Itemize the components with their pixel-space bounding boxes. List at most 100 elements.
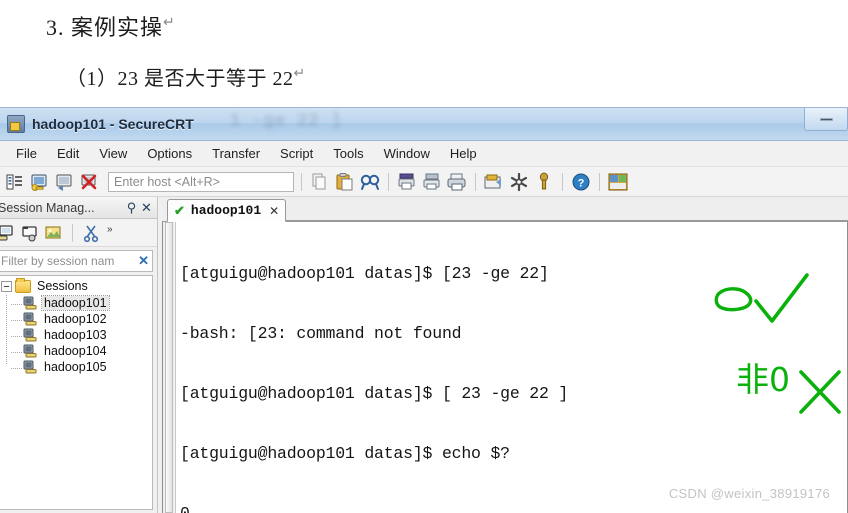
toolbar-separator-4: [562, 172, 563, 191]
session-filter-placeholder: Filter by session nam: [1, 254, 115, 268]
sidebar-separator: [72, 223, 73, 242]
menu-item-edit[interactable]: Edit: [47, 143, 89, 164]
terminal-line: [atguigu@hadoop101 datas]$ [ 23 -ge 22 ]: [180, 384, 569, 403]
watermark: CSDN @weixin_38919176: [668, 486, 830, 501]
menu-item-transfer[interactable]: Transfer: [202, 143, 270, 164]
tree-root-sessions[interactable]: Sessions: [0, 276, 152, 295]
find-icon[interactable]: [359, 171, 381, 193]
terminal-output: [atguigu@hadoop101 datas]$ [23 -ge 22] -…: [176, 222, 847, 513]
print-screen-icon[interactable]: [421, 171, 443, 193]
window-body: Session Manag... ⚲ ✕ » Filter by session…: [0, 197, 848, 513]
terminal-area: ✔ hadoop101 ✕ [atguigu@hadoop101 datas]$…: [158, 197, 848, 513]
minimize-button[interactable]: [804, 108, 848, 131]
arrange-icon[interactable]: [607, 171, 629, 193]
window-titlebar[interactable]: hadoop101 - SecureCRT 1 -ge 22 ]: [0, 108, 848, 141]
menu-item-help[interactable]: Help: [440, 143, 487, 164]
pilcrow-icon-2: ↵: [293, 66, 306, 82]
securecrt-window: hadoop101 - SecureCRT 1 -ge 22 ] File Ed…: [0, 107, 848, 513]
collapse-toggle-icon[interactable]: [1, 280, 12, 292]
sidebar-item-hadoop102[interactable]: hadoop102: [11, 311, 152, 327]
menubar: File Edit View Options Transfer Script T…: [0, 141, 848, 167]
terminal-icon: [7, 115, 25, 133]
sidebar-item-hadoop101[interactable]: hadoop101: [11, 295, 152, 311]
close-icon[interactable]: ✕: [139, 200, 154, 216]
host-input-placeholder: Enter host <Alt+R>: [114, 174, 220, 189]
session-icon: [23, 328, 38, 342]
quick-connect-icon[interactable]: [54, 171, 76, 193]
sidebar-item-label: hadoop101: [41, 295, 110, 311]
session-tree: Sessions hadoop101 hadoop102 hadoop103 h…: [0, 275, 153, 510]
disconnect-icon[interactable]: [79, 171, 101, 193]
menu-item-options[interactable]: Options: [137, 143, 202, 164]
key-icon[interactable]: [533, 171, 555, 193]
session-manager-title: Session Manag...: [0, 200, 95, 215]
session-icon: [23, 312, 38, 326]
title-ghost-text: 1 -ge 22 ]: [230, 112, 343, 131]
session-icon: [23, 296, 38, 310]
more-icon[interactable]: »: [105, 223, 125, 243]
sidebar-item-hadoop104[interactable]: hadoop104: [11, 343, 152, 359]
tab-strip: ✔ hadoop101 ✕: [162, 197, 848, 222]
tab-hadoop101[interactable]: ✔ hadoop101 ✕: [167, 199, 287, 222]
paste-icon[interactable]: [334, 171, 356, 193]
document-heading-text: 3. 案例实操: [46, 15, 164, 40]
minimize-icon: [819, 117, 833, 121]
tab-strip-filler: [286, 201, 848, 221]
menu-item-view[interactable]: View: [89, 143, 137, 164]
menu-item-file[interactable]: File: [6, 143, 47, 164]
help-icon[interactable]: ?: [570, 171, 592, 193]
folder-icon: [15, 277, 31, 293]
connect-icon[interactable]: [29, 171, 51, 193]
menu-item-script[interactable]: Script: [270, 143, 323, 164]
sidebar-item-hadoop103[interactable]: hadoop103: [11, 327, 152, 343]
new-folder-icon[interactable]: [20, 223, 40, 243]
session-filter-input[interactable]: Filter by session nam ✕: [0, 250, 153, 272]
green-check-icon: ✔: [174, 203, 185, 218]
menu-item-window[interactable]: Window: [374, 143, 440, 164]
log-session-icon[interactable]: [483, 171, 505, 193]
sidebar-item-hadoop105[interactable]: hadoop105: [11, 359, 152, 375]
print-icon[interactable]: [396, 171, 418, 193]
menu-item-tools[interactable]: Tools: [323, 143, 373, 164]
clear-filter-icon[interactable]: ✕: [135, 253, 152, 269]
session-manager-panel: Session Manag... ⚲ ✕ » Filter by session…: [0, 197, 158, 513]
printer-icon[interactable]: [446, 171, 468, 193]
tab-label: hadoop101: [190, 203, 262, 218]
terminal-line: -bash: [23: command not found: [180, 324, 462, 343]
terminal-line: [atguigu@hadoop101 datas]$ echo $?: [180, 444, 510, 463]
host-input[interactable]: Enter host <Alt+R>: [108, 171, 294, 192]
session-manager-header: Session Manag... ⚲ ✕: [0, 197, 157, 219]
document-subheading: （1）23 是否大于等于 22↵: [66, 62, 306, 91]
window-controls: [804, 108, 848, 133]
pilcrow-icon: ↵: [163, 15, 176, 31]
tab-close-icon[interactable]: ✕: [267, 204, 279, 218]
toolbar-separator-5: [599, 172, 600, 191]
new-session-icon[interactable]: [0, 223, 16, 243]
toolbar-separator-2: [388, 172, 389, 191]
main-toolbar: Enter host <Alt+R> ?: [0, 167, 848, 197]
session-icon: [23, 360, 38, 374]
terminal-line: 0: [180, 504, 847, 513]
tree-root-label: Sessions: [37, 279, 88, 293]
session-manager-icon[interactable]: [4, 171, 26, 193]
sidebar-item-label: hadoop103: [44, 328, 107, 342]
toolbar-separator-3: [475, 172, 476, 191]
tree-children: hadoop101 hadoop102 hadoop103 hadoop104 …: [0, 295, 152, 375]
pin-icon[interactable]: ⚲: [124, 200, 139, 216]
terminal-screen[interactable]: [atguigu@hadoop101 datas]$ [23 -ge 22] -…: [162, 222, 848, 513]
document-heading: 3. 案例实操↵: [46, 10, 176, 42]
terminal-line: [atguigu@hadoop101 datas]$ [23 -ge 22]: [180, 264, 549, 283]
session-icon: [23, 344, 38, 358]
settings-icon[interactable]: [508, 171, 530, 193]
svg-text:?: ?: [578, 177, 585, 189]
document-background: 3. 案例实操↵ （1）23 是否大于等于 22↵: [0, 0, 848, 112]
sidebar-item-label: hadoop105: [44, 360, 107, 374]
copy-icon[interactable]: [309, 171, 331, 193]
window-title: hadoop101 - SecureCRT: [32, 116, 194, 132]
session-manager-toolbar: »: [0, 219, 157, 247]
screenshot-root: 3. 案例实操↵ （1）23 是否大于等于 22↵ hadoop101 - Se…: [0, 0, 848, 513]
properties-icon[interactable]: [44, 223, 64, 243]
cut-icon[interactable]: [81, 223, 101, 243]
terminal-scrollbar[interactable]: [163, 222, 176, 513]
svg-text:»: »: [107, 224, 113, 235]
